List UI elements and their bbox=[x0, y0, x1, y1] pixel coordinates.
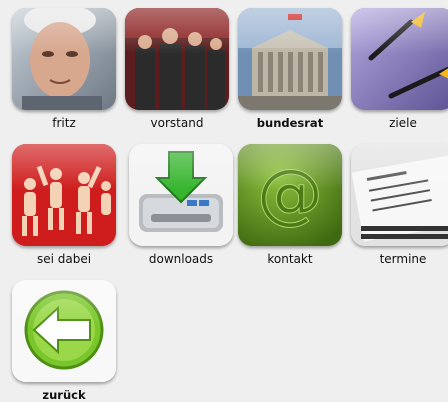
tile-label[interactable]: downloads bbox=[129, 252, 233, 266]
tile-label[interactable]: kontakt bbox=[238, 252, 342, 266]
tile-fritz[interactable]: fritz bbox=[12, 8, 118, 130]
tile-termine[interactable]: termine bbox=[351, 144, 448, 266]
tile-kontakt[interactable]: @ kontakt bbox=[238, 144, 344, 266]
tile-ziele[interactable]: ziele bbox=[351, 8, 448, 130]
tile-zurueck[interactable]: zurück bbox=[12, 280, 118, 402]
tile-sei-dabei[interactable]: sei dabei bbox=[12, 144, 118, 266]
darts-icon[interactable] bbox=[351, 8, 448, 110]
tile-vorstand[interactable]: vorstand bbox=[125, 8, 231, 130]
tile-label[interactable]: zurück bbox=[12, 388, 116, 402]
tile-label[interactable]: termine bbox=[351, 252, 448, 266]
tile-label[interactable]: bundesrat bbox=[238, 116, 342, 130]
vorstand-photo-icon[interactable] bbox=[125, 8, 229, 110]
download-icon[interactable] bbox=[129, 144, 233, 246]
parliament-photo-icon[interactable] bbox=[238, 8, 342, 110]
tile-downloads[interactable]: downloads bbox=[129, 144, 235, 266]
tile-bundesrat[interactable]: bundesrat bbox=[238, 8, 344, 130]
at-sign-icon[interactable]: @ bbox=[238, 144, 342, 246]
svg-text:@: @ bbox=[257, 155, 323, 232]
tile-label[interactable]: sei dabei bbox=[12, 252, 116, 266]
tile-label[interactable]: ziele bbox=[351, 116, 448, 130]
dancing-people-icon[interactable] bbox=[12, 144, 116, 246]
back-arrow-icon[interactable] bbox=[12, 280, 116, 382]
calendar-icon[interactable] bbox=[351, 144, 448, 246]
tile-label[interactable]: fritz bbox=[12, 116, 116, 130]
fritz-photo-icon[interactable] bbox=[12, 8, 116, 110]
tile-label[interactable]: vorstand bbox=[125, 116, 229, 130]
